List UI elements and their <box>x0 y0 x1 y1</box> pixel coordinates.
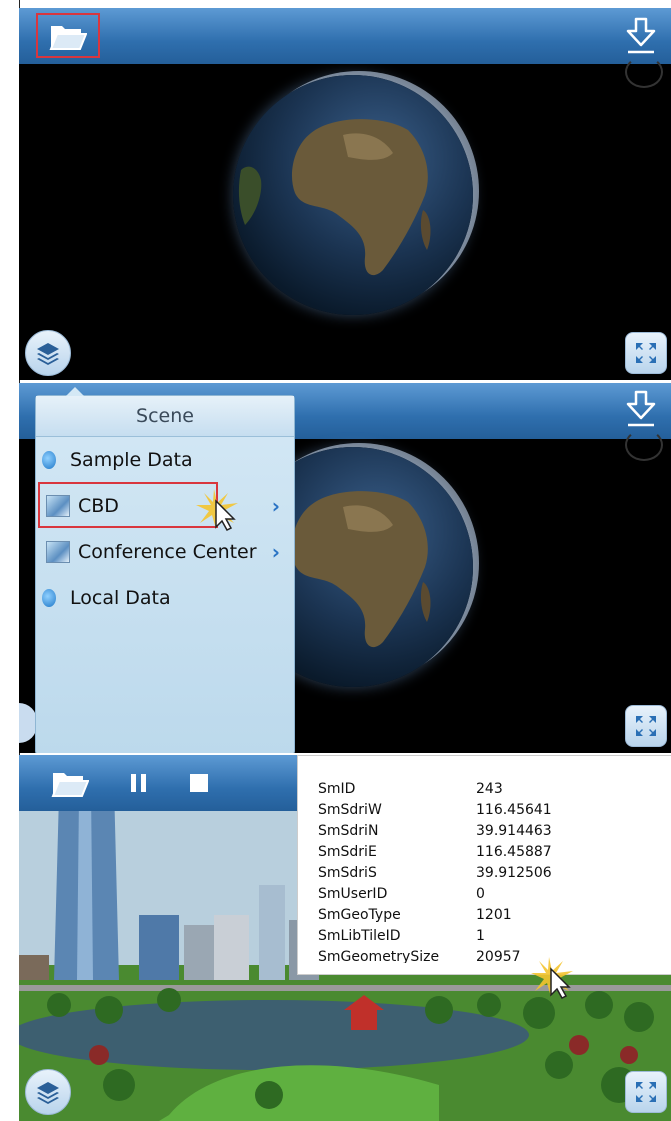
fullscreen-icon <box>636 1082 656 1102</box>
attribute-key: SmSdriS <box>318 865 377 881</box>
fullscreen-button[interactable] <box>625 1071 667 1113</box>
loading-ring <box>625 429 663 461</box>
pointer-click-icon <box>196 489 238 531</box>
attribute-key: SmGeoType <box>318 907 401 923</box>
fullscreen-icon <box>636 343 656 363</box>
download-icon <box>626 17 656 54</box>
cbd-scene-panel: SmID 243 SmSdriW 116.45641 SmSdriN 39.91446… <box>19 755 671 1121</box>
attribute-value: 1201 <box>476 907 512 923</box>
highlight-box <box>38 482 218 528</box>
attribute-value: 39.914463 <box>476 823 552 839</box>
attribute-value: 20957 <box>476 949 521 963</box>
africa-landmass <box>238 119 431 276</box>
layers-button[interactable] <box>25 330 71 376</box>
attribute-row: SmSdriS 39.912506 <box>298 865 671 886</box>
globe <box>233 75 473 315</box>
scene-popup: Scene Sample Data CBD › Conference Cente… <box>35 387 295 753</box>
attribute-row: SmLibTileID 1 <box>298 928 671 949</box>
attribute-row: SmSdriN 39.914463 <box>298 823 671 844</box>
fullscreen-icon <box>636 716 656 736</box>
download-icon <box>626 390 656 427</box>
layers-icon <box>37 343 59 365</box>
tree-item-conference-center[interactable]: Conference Center › <box>36 529 294 575</box>
top-toolbar <box>19 8 671 64</box>
attribute-value: 0 <box>476 886 485 902</box>
fullscreen-button[interactable] <box>625 705 667 747</box>
scene-menu-panel: Scene Sample Data CBD › Conference Cente… <box>19 383 671 753</box>
download-button[interactable] <box>621 14 661 58</box>
fullscreen-button[interactable] <box>625 332 667 374</box>
open-folder-button[interactable] <box>45 761 95 805</box>
attribute-value: 116.45641 <box>476 802 552 818</box>
folder-open-icon <box>51 773 89 797</box>
attribute-row: SmGeoType 1201 <box>298 907 671 928</box>
expand-dot-icon <box>42 451 56 469</box>
tree-item-cbd[interactable]: CBD › <box>36 482 294 531</box>
folder-open-icon <box>49 25 87 50</box>
tree-label: Conference Center <box>78 541 257 563</box>
tree-group-sample-data[interactable]: Sample Data <box>36 437 294 483</box>
attribute-key: SmSdriN <box>318 823 379 839</box>
attribute-key: SmGeometrySize <box>318 949 440 963</box>
attribute-popup: SmID 243 SmSdriW 116.45641 SmSdriN 39.91446… <box>297 755 671 975</box>
chevron-right-icon[interactable]: › <box>272 540 280 564</box>
loading-ring <box>625 56 663 88</box>
attribute-value: 243 <box>476 781 503 797</box>
pause-icon <box>131 774 146 792</box>
tree-group-local-data[interactable]: Local Data <box>36 575 294 621</box>
attribute-row: SmID 243 <box>298 781 671 802</box>
attribute-key: SmID <box>318 781 356 797</box>
attribute-row: SmGeometrySize 20957 <box>298 949 671 963</box>
expand-dot-icon <box>42 589 56 607</box>
popup-arrow <box>66 387 84 396</box>
stop-button[interactable] <box>179 765 219 801</box>
pointer-click-icon <box>531 957 573 999</box>
attribute-key: SmSdriW <box>318 802 382 818</box>
attribute-value: 1 <box>476 928 485 944</box>
attribute-row: SmSdriE 116.45887 <box>298 844 671 865</box>
download-button[interactable] <box>621 387 661 431</box>
chevron-right-icon[interactable]: › <box>272 494 280 518</box>
attribute-value: 39.912506 <box>476 865 552 881</box>
layers-icon <box>37 1082 59 1104</box>
attribute-row: SmUserID 0 <box>298 886 671 907</box>
attribute-key: SmUserID <box>318 886 388 902</box>
pause-button[interactable] <box>119 765 159 801</box>
scene-thumbnail-icon <box>46 541 70 563</box>
tree-label: Sample Data <box>70 449 193 471</box>
attribute-row: SmSdriW 116.45641 <box>298 802 671 823</box>
stop-icon <box>190 774 208 792</box>
layers-button[interactable] <box>25 1069 71 1115</box>
attribute-key: SmLibTileID <box>318 928 401 944</box>
attribute-value: 116.45887 <box>476 844 552 860</box>
popup-title: Scene <box>36 396 294 437</box>
tree-label: Local Data <box>70 587 171 609</box>
open-folder-button[interactable] <box>36 13 100 58</box>
attribute-key: SmSdriE <box>318 844 377 860</box>
globe-view-panel <box>19 8 671 380</box>
